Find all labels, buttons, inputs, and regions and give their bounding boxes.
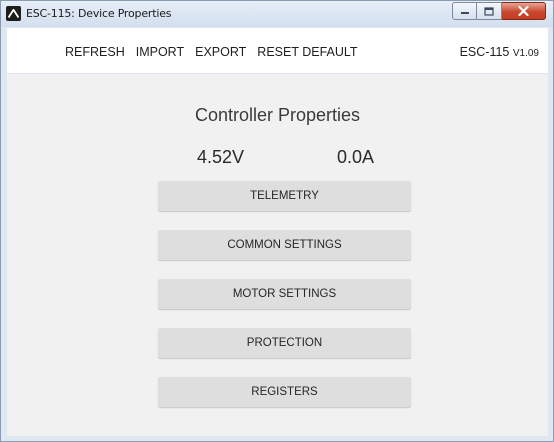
voltage-readout: 4.52V [197, 147, 245, 167]
export-menu-item[interactable]: EXPORT [195, 45, 246, 59]
window-controls [452, 2, 546, 20]
menu-bar: REFRESH IMPORT EXPORT RESET DEFAULT ESC-… [7, 28, 548, 73]
maximize-icon [484, 6, 494, 16]
import-menu-item[interactable]: IMPORT [136, 45, 184, 59]
registers-button[interactable]: REGISTERS [158, 377, 411, 407]
reset-default-menu-item[interactable]: RESET DEFAULT [257, 45, 357, 59]
close-button[interactable] [502, 2, 546, 20]
firmware-version: V1.09 [512, 48, 539, 59]
main-content: Controller Properties 4.52V 0.0A TELEMET… [7, 74, 548, 436]
common-settings-button[interactable]: COMMON SETTINGS [158, 230, 411, 260]
minimize-button[interactable] [452, 2, 477, 20]
device-name: ESC-115 [459, 45, 510, 59]
protection-button[interactable]: PROTECTION [158, 328, 411, 358]
menu-items: REFRESH IMPORT EXPORT RESET DEFAULT [65, 45, 358, 59]
telemetry-button[interactable]: TELEMETRY [158, 181, 411, 211]
page-title: Controller Properties [194, 105, 361, 125]
close-icon [518, 6, 529, 16]
logo-icon [6, 6, 21, 21]
motor-settings-button[interactable]: MOTOR SETTINGS [158, 279, 411, 309]
title-bar[interactable]: ESC-115: Device Properties [1, 1, 553, 27]
app-window: ESC-115: Device Properties REFRESH IMPOR… [0, 0, 554, 442]
maximize-button[interactable] [477, 2, 502, 20]
minimize-icon [460, 12, 469, 14]
window-title: ESC-115: Device Properties [26, 7, 172, 20]
current-readout: 0.0A [337, 147, 375, 167]
refresh-menu-item[interactable]: REFRESH [65, 45, 125, 59]
device-version-label: ESC-115 V1.09 [460, 45, 539, 59]
